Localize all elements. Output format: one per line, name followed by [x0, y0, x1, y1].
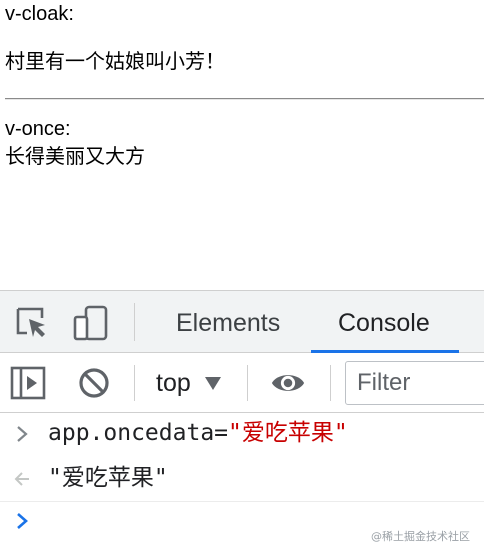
v-cloak-label: v-cloak: — [5, 3, 74, 25]
tabbar-divider — [134, 303, 135, 341]
devtools-panel: Elements Console top Filter app.oncedata… — [0, 290, 484, 559]
toolbar-divider-3 — [330, 365, 331, 401]
filter-input[interactable]: Filter — [345, 361, 484, 405]
watermark-text: @稀土掘金技术社区 — [371, 530, 470, 543]
device-toggle-icon[interactable] — [73, 305, 109, 341]
dropdown-arrow-icon — [204, 376, 221, 390]
tab-console[interactable]: Console — [338, 305, 430, 341]
horizontal-rule — [5, 98, 484, 100]
chevron-right-icon — [10, 421, 34, 447]
eye-icon[interactable] — [270, 365, 306, 401]
console-output: app.oncedata="爱吃苹果" "爱吃苹果" @稀土掘金技术社区 — [0, 413, 484, 559]
input-expression: app.oncedata= — [48, 420, 229, 446]
sidebar-toggle-icon[interactable] — [10, 365, 46, 401]
filter-placeholder: Filter — [357, 369, 411, 396]
console-result-value: "爱吃苹果" — [48, 465, 168, 491]
devtools-tabbar: Elements Console — [0, 291, 484, 353]
console-result-row: "爱吃苹果" — [0, 458, 484, 504]
prompt-chevron-icon — [10, 508, 34, 534]
input-string-literal: "爱吃苹果" — [228, 420, 348, 446]
tab-elements[interactable]: Elements — [176, 305, 280, 341]
v-once-label: v-once: — [5, 118, 71, 140]
context-selector[interactable]: top — [156, 365, 221, 401]
toolbar-divider-2 — [247, 365, 248, 401]
result-arrow-icon — [10, 466, 34, 492]
v-cloak-text: 村里有一个姑娘叫小芳！ — [5, 51, 225, 73]
inspect-element-icon[interactable] — [14, 305, 50, 341]
console-input-row: app.oncedata="爱吃苹果" — [0, 413, 484, 459]
v-once-text: 长得美丽又大方 — [5, 146, 145, 168]
toolbar-divider — [134, 365, 135, 401]
clear-console-icon[interactable] — [76, 365, 112, 401]
page-content: v-cloak: 村里有一个姑娘叫小芳！ v-once: 长得美丽又大方 — [0, 0, 484, 290]
console-toolbar: top Filter — [0, 353, 484, 413]
console-input-line: app.oncedata="爱吃苹果" — [48, 417, 348, 449]
context-selector-value: top — [156, 368, 191, 397]
